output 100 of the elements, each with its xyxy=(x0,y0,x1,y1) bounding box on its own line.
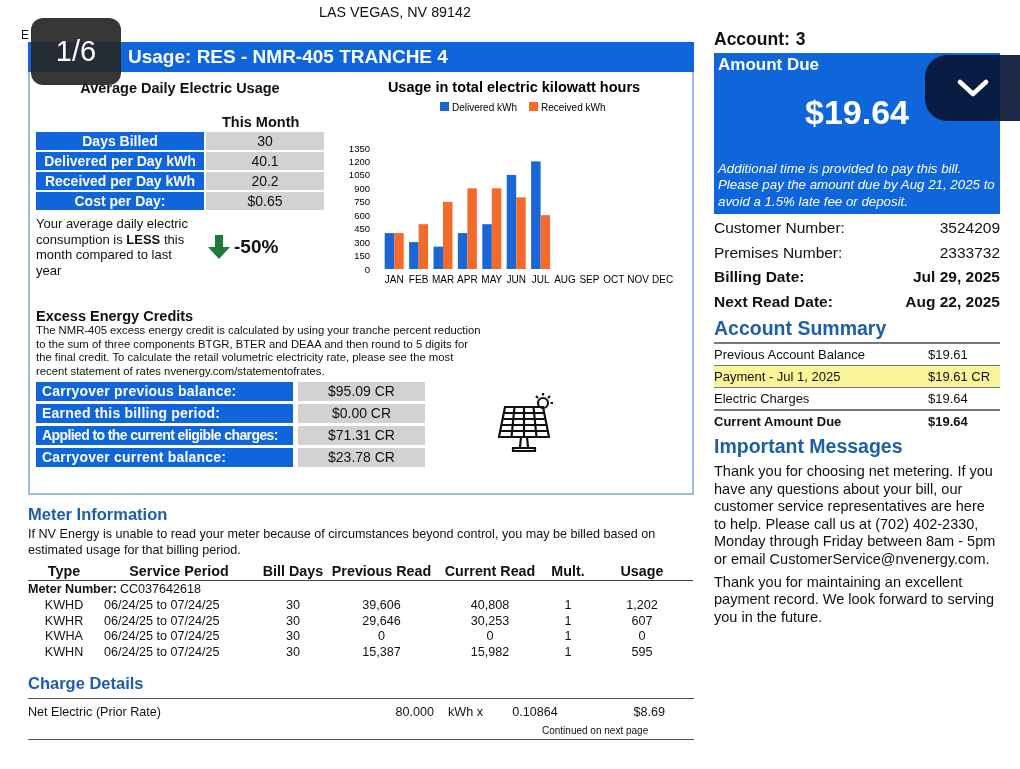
credit-label: Earned this billing period: xyxy=(36,404,293,423)
message-text: Thank you for choosing net metering. If you have any questions about your bill, our customer service representatives are here to help. Please call us at (702) 402-2330, Monday through Friday between 8am - 5pm or email CustomerService@nvenergy.com. xyxy=(714,463,997,569)
collapse-button[interactable] xyxy=(925,55,1020,121)
tick-label: 0 xyxy=(364,263,370,275)
continued-note: Continued on next page xyxy=(542,725,650,736)
tick-label: 1050 xyxy=(348,169,370,181)
meter-number-label: Meter Number: xyxy=(28,581,117,598)
comparison-text: Your average daily electric consumption is LESS this month compared to last year xyxy=(36,216,189,278)
stat-label: Delivered per Day kWh xyxy=(36,152,204,170)
legend-label: Received kWh xyxy=(541,101,606,113)
amount-due: $19.64 xyxy=(804,93,910,132)
table-cell-text: 06/24/25 to 07/24/25 xyxy=(103,613,221,629)
table-cell-text: 15,387 xyxy=(361,644,402,660)
meter-note: If NV Energy is unable to read your meter because of circumstances beyond control, you may be billed based on estimated usage for that billing period. xyxy=(28,526,657,558)
amount-due-label: Amount Due xyxy=(718,55,821,75)
stat-value: 40.1 xyxy=(206,152,324,170)
tick-label: 300 xyxy=(354,236,370,248)
table-cell-text: 39,606 xyxy=(361,598,402,614)
credit-value: $23.78 CR xyxy=(298,448,425,467)
table-cell-text: 607 xyxy=(630,613,654,629)
column-header: Usage xyxy=(591,563,693,581)
column-header: Bill Days xyxy=(258,563,328,581)
summary-label: Current Amount Due xyxy=(714,414,843,429)
column-heading: This Month xyxy=(222,114,301,130)
summary-label: Payment - Jul 1, 2025 xyxy=(714,369,842,384)
page-counter[interactable]: 1/6 xyxy=(31,18,121,85)
chevron-down-icon xyxy=(956,79,989,97)
credit-value: $95.09 CR xyxy=(298,382,425,401)
tick-label: 1200 xyxy=(348,155,370,167)
axis-label: MAY xyxy=(481,274,503,285)
section-title: Account Summary xyxy=(714,317,888,340)
table-cell-text: 30 xyxy=(285,613,301,629)
table-cell-text: 06/24/25 to 07/24/25 xyxy=(103,644,221,660)
table-cell-text: KWHD xyxy=(43,598,85,614)
table-cell-text: 40,808 xyxy=(469,598,511,614)
summary-value: $19.61 CR xyxy=(928,369,991,384)
column-header: Previous Read xyxy=(328,563,435,581)
detail-label: Next Read Date: xyxy=(714,292,833,311)
charge-amount: $8.69 xyxy=(632,705,665,719)
summary-value: $19.64 xyxy=(928,391,968,406)
table-cell-text: 15,982 xyxy=(469,644,511,660)
tick-label: 150 xyxy=(354,250,370,262)
section-title: Important Messages xyxy=(714,435,904,458)
legend-swatch xyxy=(529,102,538,111)
column-header: Type xyxy=(28,563,100,581)
table-cell-text: 1 xyxy=(563,644,573,660)
table-cell-text: 30 xyxy=(285,644,301,660)
table-cell-text: 0 xyxy=(637,629,647,645)
charge-description: Net Electric (Prior Rate) xyxy=(28,705,162,719)
axis-label: AUG xyxy=(554,274,576,285)
credit-label: Carryover current balance: xyxy=(36,448,293,467)
summary-value: $19.64 xyxy=(928,414,968,429)
table-cell-text: 30 xyxy=(285,629,301,645)
stat-value: $0.65 xyxy=(206,192,324,210)
detail-label: Premises Number: xyxy=(714,243,843,262)
table-cell-text: 29,646 xyxy=(361,613,402,629)
change-percent: -50% xyxy=(234,236,279,258)
section-heading: Excess Energy Credits xyxy=(36,308,195,324)
account-number: 3 xyxy=(795,29,806,50)
tick-label: 450 xyxy=(354,223,370,235)
credit-description: The NMR-405 excess energy credit is calculated by using your tranche percent reduction to the sum of three components BTGR, BTER and DEAA and then round to 5 digits for the final credit. To calculate the retail volumetric electricity rate, please see the most recent statement of rates nvenergy.com/statementofrates. xyxy=(36,324,482,378)
tick-label: 750 xyxy=(354,196,370,208)
legend-swatch xyxy=(440,102,449,111)
stat-label: Cost per Day: xyxy=(36,192,204,210)
axis-label: JUL xyxy=(531,274,550,285)
table-cell-text: 1 xyxy=(563,598,573,614)
credit-value: $71.31 CR xyxy=(298,426,425,445)
address-line: LAS VEGAS, NV 89142 xyxy=(318,4,472,22)
meter-number: CC037642618 xyxy=(119,581,202,598)
stat-value: 20.2 xyxy=(206,172,324,190)
axis-label: DEC xyxy=(652,274,674,285)
table-cell-text: KWHR xyxy=(43,613,85,629)
summary-label: Electric Charges xyxy=(714,391,811,406)
detail-value: 3524209 xyxy=(939,219,1000,238)
detail-value: Jul 29, 2025 xyxy=(912,268,1000,287)
credit-value: $0.00 CR xyxy=(298,404,425,423)
table-cell-text: KWHA xyxy=(44,629,84,645)
column-header: Current Read xyxy=(435,563,545,581)
column-header: Mult. xyxy=(545,563,591,581)
axis-label: JAN xyxy=(384,274,404,285)
axis-label: APR xyxy=(457,274,478,285)
table-cell-text: 1 xyxy=(563,629,573,645)
axis-label: FEB xyxy=(408,274,429,285)
message-text: Thank you for maintaining an excellent payment record. We look forward to serving you in the future. xyxy=(714,573,996,627)
tick-label: 1350 xyxy=(348,142,370,154)
bar xyxy=(516,197,526,269)
summary-value: $19.61 xyxy=(928,347,968,362)
charge-rate: 0.10864 xyxy=(511,705,559,719)
detail-value: 2333732 xyxy=(939,243,1000,262)
stat-label: Received per Day kWh xyxy=(36,172,204,190)
table-cell-text: 30 xyxy=(285,598,301,614)
axis-label: NOV xyxy=(627,274,650,285)
summary-label: Previous Account Balance xyxy=(714,347,867,362)
table-cell-text: 06/24/25 to 07/24/25 xyxy=(103,629,221,645)
account-label: Account: xyxy=(714,29,790,50)
table-cell-text: 30,253 xyxy=(469,613,511,629)
down-arrow-icon xyxy=(208,235,230,259)
table-cell-text: 0 xyxy=(485,629,495,645)
table-cell-text: 0 xyxy=(377,629,386,645)
axis-label: SEP xyxy=(579,274,600,285)
